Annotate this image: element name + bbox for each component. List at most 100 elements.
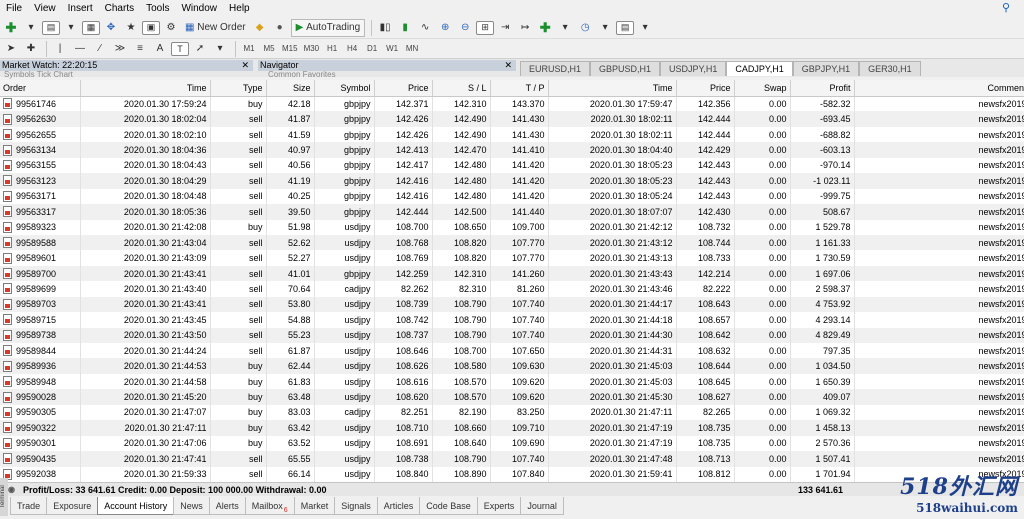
terminal-icon[interactable]: ▣ (142, 20, 160, 35)
trendline-icon[interactable]: ∕ (91, 40, 109, 58)
timeframe-h4[interactable]: H4 (343, 40, 361, 58)
tab-alerts[interactable]: Alerts (208, 497, 246, 515)
navigator-tabs[interactable]: Common Favorites (268, 70, 336, 79)
table-row[interactable]: 99561746 2020.01.30 17:59:24 buy 42.18 gbpjp… (0, 96, 1024, 112)
chart-tab-eurusd[interactable]: EURUSD,H1 (520, 61, 591, 76)
dropdown-arrow-icon[interactable]: ▾ (22, 19, 40, 37)
market-icon[interactable]: ● (271, 19, 289, 37)
tab-trade[interactable]: Trade (10, 497, 48, 515)
dropdown-arrow-icon[interactable]: ▾ (596, 19, 614, 37)
chart-shift-icon[interactable]: ↦ (516, 19, 534, 37)
zoom-in-icon[interactable]: ⊕ (436, 19, 454, 37)
tab-code-base[interactable]: Code Base (419, 497, 478, 515)
table-row[interactable]: 99563123 2020.01.30 18:04:29 sell 41.19 gbpj… (0, 173, 1024, 189)
column-header-type[interactable]: Type (210, 80, 267, 97)
table-row[interactable]: 99563134 2020.01.30 18:04:36 sell 40.97 gbpj… (0, 142, 1024, 158)
new-chart-icon[interactable]: ✚ (2, 19, 20, 37)
tab-exposure[interactable]: Exposure (46, 497, 99, 515)
table-row[interactable]: 99589948 2020.01.30 21:44:58 buy 61.83 usdjp… (0, 373, 1024, 390)
bar-chart-icon[interactable]: ▮▯ (376, 19, 394, 37)
chart-tab-gbpusd[interactable]: GBPUSD,H1 (590, 61, 661, 76)
navigator-icon[interactable]: ✥ (102, 19, 120, 37)
vertical-line-icon[interactable]: | (51, 40, 69, 58)
horizontal-line-icon[interactable]: — (71, 40, 89, 58)
chart-tab-usdjpy[interactable]: USDJPY,H1 (660, 61, 727, 76)
tile-windows-icon[interactable]: ⊞ (476, 20, 495, 35)
tab-signals[interactable]: Signals (334, 497, 378, 515)
column-header-tp[interactable]: T / P (490, 80, 549, 97)
dropdown-arrow-icon[interactable]: ▾ (636, 19, 654, 37)
table-row[interactable]: 99589700 2020.01.30 21:43:41 sell 41.01 gbpj… (0, 265, 1024, 282)
timeframe-mn[interactable]: MN (403, 40, 421, 58)
table-row[interactable]: 99589601 2020.01.30 21:43:09 sell 52.27 usdj… (0, 250, 1024, 266)
table-row[interactable]: 99589699 2020.01.30 21:43:40 sell 70.64 cadj… (0, 281, 1024, 297)
zoom-out-icon[interactable]: ⊖ (456, 19, 474, 37)
timeframe-m30[interactable]: M30 (302, 40, 322, 58)
tab-articles[interactable]: Articles (376, 497, 421, 515)
tab-news[interactable]: News (173, 497, 210, 515)
column-header-order[interactable]: Order (0, 80, 81, 97)
column-header-sl[interactable]: S / L (432, 80, 491, 97)
dropdown-arrow-icon[interactable]: ▾ (62, 19, 80, 37)
menu-charts[interactable]: Charts (99, 3, 140, 14)
channel-icon[interactable]: ≫ (111, 40, 129, 58)
search-icon[interactable]: ⚲ (996, 1, 1016, 14)
menu-help[interactable]: Help (223, 3, 256, 14)
close-icon[interactable]: ✕ (504, 60, 512, 71)
table-row[interactable]: 99563171 2020.01.30 18:04:48 sell 40.25 gbpj… (0, 188, 1024, 205)
table-row[interactable]: 99562655 2020.01.30 18:02:10 sell 41.59 gbpj… (0, 126, 1024, 143)
timeframe-m15[interactable]: M15 (280, 40, 300, 58)
tab-account-history[interactable]: Account History (97, 497, 175, 515)
dropdown-arrow-icon[interactable]: ▾ (211, 40, 229, 58)
table-row[interactable]: 99562630 2020.01.30 18:02:04 sell 41.87 gbpj… (0, 111, 1024, 127)
table-row[interactable]: 99590301 2020.01.30 21:47:06 buy 63.52 usdjp… (0, 435, 1024, 452)
table-row[interactable]: 99589703 2020.01.30 21:43:41 sell 53.80 usdj… (0, 296, 1024, 313)
metaeditor-icon[interactable]: ◆ (251, 19, 269, 37)
autotrading-button[interactable]: ▶ AutoTrading (290, 18, 366, 37)
crosshair-icon[interactable]: ✚ (22, 40, 40, 58)
arrows-icon[interactable]: ➚ (191, 40, 209, 58)
tab-market[interactable]: Market (293, 497, 336, 515)
chart-tab-cadjpy[interactable]: CADJPY,H1 (726, 61, 793, 76)
menu-view[interactable]: View (28, 3, 62, 14)
table-row[interactable]: 99563317 2020.01.30 18:05:36 sell 39.50 gbpj… (0, 204, 1024, 220)
data-window-icon[interactable]: ★ (122, 19, 140, 37)
terminal-label[interactable]: Terminal (0, 478, 8, 516)
table-row[interactable]: 99590305 2020.01.30 21:47:07 buy 83.03 cadjp… (0, 404, 1024, 421)
timeframe-d1[interactable]: D1 (363, 40, 381, 58)
table-row[interactable]: 99590028 2020.01.30 21:45:20 buy 63.48 usdjp… (0, 389, 1024, 405)
table-row[interactable]: 99589588 2020.01.30 21:43:04 sell 52.62 usdj… (0, 234, 1024, 251)
column-header-profit[interactable]: Profit (790, 80, 855, 97)
table-row[interactable]: 99589738 2020.01.30 21:43:50 sell 55.23 usdj… (0, 327, 1024, 343)
profiles-icon[interactable]: ▤ (42, 20, 60, 35)
tab-mailbox[interactable]: Mailbox6 (244, 497, 295, 515)
column-header-size[interactable]: Size (266, 80, 315, 97)
column-header-time[interactable]: Time (80, 80, 211, 97)
candlestick-chart-icon[interactable]: ▮ (396, 19, 414, 37)
close-icon[interactable]: ✕ (241, 60, 249, 71)
text-label-icon[interactable]: T (171, 41, 189, 56)
fibonacci-icon[interactable]: ≡ (131, 40, 149, 58)
table-row[interactable]: 99563155 2020.01.30 18:04:43 sell 40.56 gbpj… (0, 157, 1024, 174)
periods-icon[interactable]: ◷ (576, 19, 594, 37)
table-row[interactable]: 99590435 2020.01.30 21:47:41 sell 65.55 usdj… (0, 451, 1024, 467)
chart-tab-ger30[interactable]: GER30,H1 (859, 61, 921, 76)
timeframe-h1[interactable]: H1 (323, 40, 341, 58)
table-row[interactable]: 99589715 2020.01.30 21:43:45 sell 54.88 usdj… (0, 312, 1024, 328)
table-row[interactable]: 99589936 2020.01.30 21:44:53 buy 62.44 usdjp… (0, 358, 1024, 374)
chart-tab-gbpjpy[interactable]: GBPJPY,H1 (792, 61, 860, 76)
column-header-close-price[interactable]: Price (676, 80, 735, 97)
new-order-button[interactable]: ▦ New Order (182, 19, 249, 37)
tab-journal[interactable]: Journal (520, 497, 564, 515)
cursor-icon[interactable]: ➤ (2, 40, 20, 58)
text-tool-icon[interactable]: A (151, 40, 169, 58)
templates-icon[interactable]: ▤ (616, 20, 635, 35)
tab-experts[interactable]: Experts (476, 497, 522, 515)
menu-file[interactable]: File (0, 3, 28, 14)
dropdown-arrow-icon[interactable]: ▾ (556, 19, 574, 37)
column-header-comment[interactable]: Comment (854, 80, 1024, 97)
line-chart-icon[interactable]: ∿ (416, 19, 434, 37)
table-row[interactable]: 99589844 2020.01.30 21:44:24 sell 61.87 usdj… (0, 343, 1024, 359)
menu-tools[interactable]: Tools (140, 3, 175, 14)
menu-insert[interactable]: Insert (62, 3, 99, 14)
